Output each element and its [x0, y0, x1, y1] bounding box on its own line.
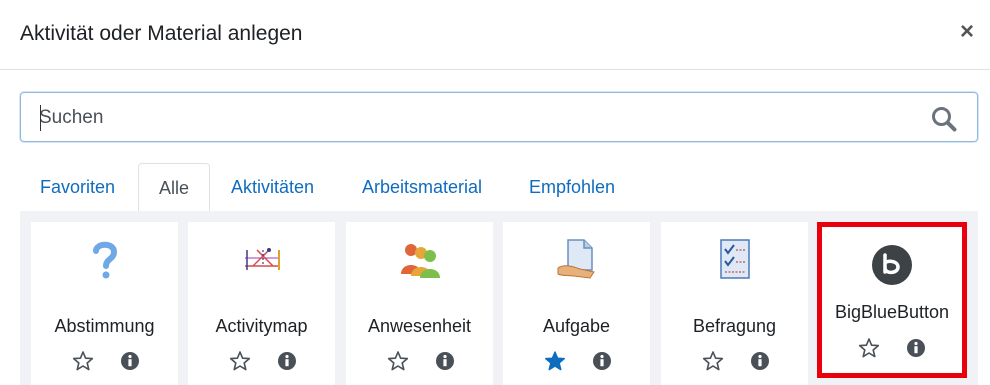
star-outline-icon[interactable] — [72, 350, 94, 372]
tab-favoriten[interactable]: Favoriten — [20, 163, 135, 212]
star-outline-icon[interactable] — [229, 350, 251, 372]
star-outline-icon[interactable] — [387, 350, 409, 372]
dialog-header: Aktivität oder Material anlegen × — [0, 0, 990, 70]
info-icon[interactable] — [905, 337, 927, 359]
star-filled-icon[interactable] — [544, 350, 566, 372]
assignment-icon — [557, 239, 595, 279]
info-icon[interactable] — [434, 350, 456, 372]
close-icon[interactable]: × — [960, 20, 974, 44]
search-input[interactable] — [39, 105, 919, 131]
module-name: Befragung — [692, 316, 777, 336]
module-card-bigbluebutton[interactable]: BigBlueButton — [817, 222, 967, 378]
star-outline-icon[interactable] — [858, 337, 880, 359]
tab-empfohlen[interactable]: Empfohlen — [509, 163, 635, 212]
survey-icon — [719, 239, 750, 279]
module-card-aufgabe[interactable]: Aufgabe — [503, 222, 650, 385]
tab-arbeitsmaterial[interactable]: Arbeitsmaterial — [342, 163, 502, 212]
tab-bar: Favoriten Alle Aktivitäten Arbeitsmateri… — [20, 163, 978, 212]
bigbluebutton-icon — [872, 245, 912, 285]
info-icon[interactable] — [749, 350, 771, 372]
question-icon — [92, 241, 117, 279]
module-name: Anwesenheit — [367, 316, 472, 336]
module-name: Abstimmung — [54, 316, 155, 336]
star-outline-icon[interactable] — [702, 350, 724, 372]
activitymap-icon — [244, 248, 280, 270]
module-name: Activitymap — [215, 316, 308, 336]
module-name: Aufgabe — [542, 316, 611, 336]
module-card-activitymap[interactable]: Activitymap — [188, 222, 335, 385]
info-icon[interactable] — [119, 350, 141, 372]
text-cursor — [40, 105, 41, 131]
tab-aktivitaeten[interactable]: Aktivitäten — [211, 163, 334, 212]
tab-alle[interactable]: Alle — [138, 163, 211, 212]
info-icon[interactable] — [276, 350, 298, 372]
module-name: BigBlueButton — [834, 302, 950, 322]
info-icon[interactable] — [591, 350, 613, 372]
dialog-title: Aktivität oder Material anlegen — [20, 22, 303, 45]
attendance-icon — [400, 244, 440, 278]
module-card-anwesenheit[interactable]: Anwesenheit — [346, 222, 493, 385]
search-box[interactable] — [20, 92, 978, 142]
search-icon[interactable] — [931, 106, 957, 132]
module-card-befragung[interactable]: Befragung — [661, 222, 808, 385]
module-card-abstimmung[interactable]: Abstimmung — [31, 222, 178, 385]
